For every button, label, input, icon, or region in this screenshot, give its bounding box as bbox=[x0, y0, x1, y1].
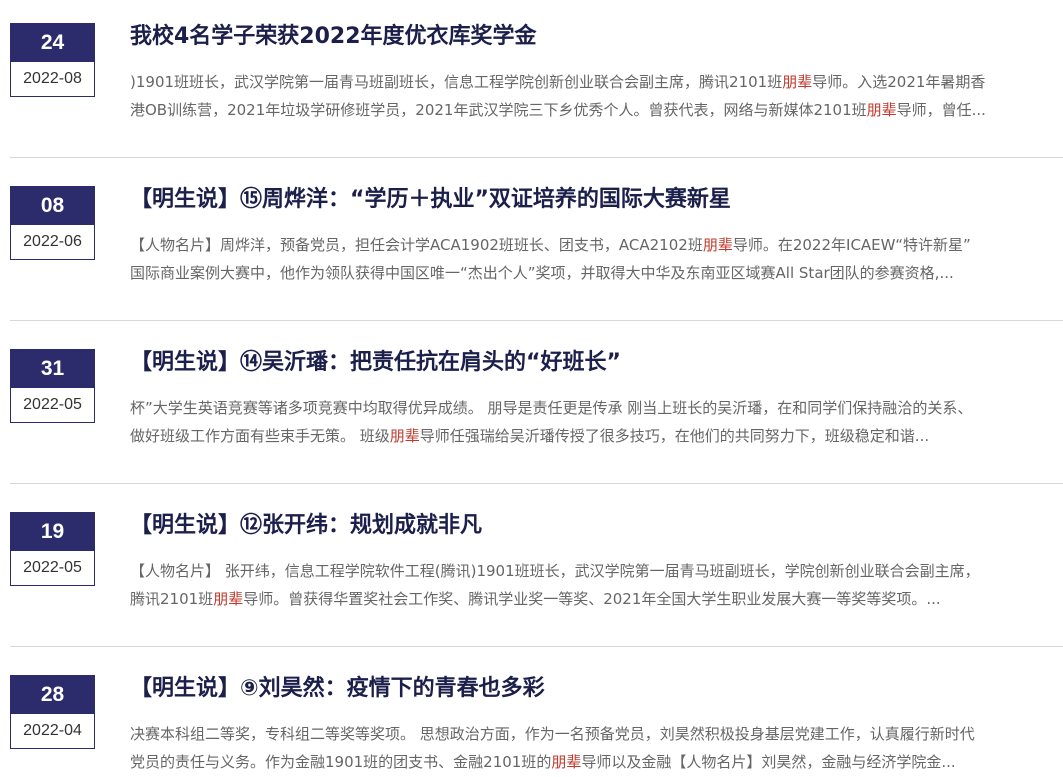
excerpt-line: 港OB训练营，2021年垃圾学研修班学员，2021年武汉学院三下乡优秀个人。曾获… bbox=[130, 96, 1035, 124]
list-item: 08 2022-06 【明生说】⑮周烨洋：“学历＋执业”双证培养的国际大赛新星 … bbox=[0, 163, 1063, 326]
excerpt-text: 导师。曾获得华置奖社会工作奖、腾讯学业奖一等奖、2021年全国大学生职业发展大赛… bbox=[243, 590, 941, 608]
article-excerpt: 决赛本科组二等奖，专科组二等奖等奖项。 思想政治方面，作为一名预备党员，刘昊然积… bbox=[130, 720, 1035, 776]
date-year-month: 2022-04 bbox=[23, 722, 82, 739]
divider bbox=[10, 646, 1063, 647]
date-day: 08 bbox=[11, 187, 94, 225]
article-excerpt: 【人物名片】周烨洋，预备党员，担任会计学ACA1902班班长、团支书，ACA21… bbox=[130, 231, 1035, 287]
date-year-month: 2022-08 bbox=[23, 70, 82, 87]
divider bbox=[10, 320, 1063, 321]
excerpt-text: 导师以及金融【人物名片】刘昊然，金融与经济学院金... bbox=[581, 753, 956, 771]
excerpt-line: 做好班级工作方面有些束手无策。 班级朋辈导师任强瑞给吴沂璠传授了很多技巧，在他们… bbox=[130, 422, 1035, 450]
excerpt-line: 杯”大学生英语竞赛等诸多项竞赛中均取得优异成绩。 朋导是责任更是传承 刚当上班长… bbox=[130, 394, 1035, 422]
article-excerpt: 【人物名片】 张开纬，信息工程学院软件工程(腾讯)1901班班长，武汉学院第一届… bbox=[130, 557, 1035, 613]
excerpt-text: 导师。入选2021年暑期香 bbox=[812, 73, 986, 91]
excerpt-text: 港OB训练营，2021年垃圾学研修班学员，2021年武汉学院三下乡优秀个人。曾获… bbox=[130, 101, 867, 119]
article-title-link[interactable]: 【明生说】⑮周烨洋：“学历＋执业”双证培养的国际大赛新星 bbox=[130, 183, 1050, 217]
article-excerpt: 杯”大学生英语竞赛等诸多项竞赛中均取得优异成绩。 朋导是责任更是传承 刚当上班长… bbox=[130, 394, 1035, 450]
excerpt-text: 杯”大学生英语竞赛等诸多项竞赛中均取得优异成绩。 朋导是责任更是传承 刚当上班长… bbox=[130, 399, 973, 417]
date-year-month: 2022-06 bbox=[23, 233, 82, 250]
article-title-link[interactable]: 【明生说】⑫张开纬：规划成就非凡 bbox=[130, 509, 1050, 543]
excerpt-highlight: 朋辈 bbox=[866, 101, 897, 119]
excerpt-text: 国际商业案例大赛中，他作为领队获得中国区唯一“杰出个人”奖项，并取得大中华及东南… bbox=[130, 264, 954, 282]
date-day: 28 bbox=[11, 676, 94, 714]
excerpt-line: 【人物名片】 张开纬，信息工程学院软件工程(腾讯)1901班班长，武汉学院第一届… bbox=[130, 557, 1035, 585]
excerpt-highlight: 朋辈 bbox=[551, 753, 582, 771]
excerpt-line: 【人物名片】周烨洋，预备党员，担任会计学ACA1902班班长、团支书，ACA21… bbox=[130, 231, 1035, 259]
excerpt-line: 决赛本科组二等奖，专科组二等奖等奖项。 思想政治方面，作为一名预备党员，刘昊然积… bbox=[130, 720, 1035, 748]
list-item: 24 2022-08 我校4名学子荣获2022年度优衣库奖学金 )1901班班长… bbox=[0, 0, 1063, 163]
date-badge: 24 2022-08 bbox=[10, 23, 95, 97]
excerpt-text: )1901班班长，武汉学院第一届青马班副班长，信息工程学院创新创业联合会副主席，… bbox=[130, 73, 783, 91]
date-badge: 08 2022-06 bbox=[10, 186, 95, 260]
list-item: 31 2022-05 【明生说】⑭吴沂璠：把责任抗在肩头的“好班长” 杯”大学生… bbox=[0, 326, 1063, 489]
excerpt-highlight: 朋辈 bbox=[389, 427, 420, 445]
excerpt-text: 决赛本科组二等奖，专科组二等奖等奖项。 思想政治方面，作为一名预备党员，刘昊然积… bbox=[130, 725, 975, 743]
date-day: 19 bbox=[11, 513, 94, 551]
list-item: 19 2022-05 【明生说】⑫张开纬：规划成就非凡 【人物名片】 张开纬，信… bbox=[0, 489, 1063, 652]
article-title-link[interactable]: 【明生说】⑨刘昊然：疫情下的青春也多彩 bbox=[130, 672, 1050, 706]
date-year-month: 2022-05 bbox=[23, 559, 82, 576]
date-badge: 19 2022-05 bbox=[10, 512, 95, 586]
excerpt-text: 党员的责任与义务。作为金融1901班的团支书、金融2101班的 bbox=[130, 753, 552, 771]
excerpt-text: 【人物名片】 张开纬，信息工程学院软件工程(腾讯)1901班班长，武汉学院第一届… bbox=[130, 562, 980, 580]
excerpt-line: 党员的责任与义务。作为金融1901班的团支书、金融2101班的朋辈导师以及金融【… bbox=[130, 748, 1035, 776]
list-item: 28 2022-04 【明生说】⑨刘昊然：疫情下的青春也多彩 决赛本科组二等奖，… bbox=[0, 652, 1063, 777]
excerpt-text: 导师任强瑞给吴沂璠传授了很多技巧，在他们的共同努力下，班级稳定和谐... bbox=[419, 427, 930, 445]
date-year-month: 2022-05 bbox=[23, 396, 82, 413]
date-badge: 28 2022-04 bbox=[10, 675, 95, 749]
excerpt-text: 导师。在2022年ICAEW“特许新星” bbox=[732, 236, 971, 254]
excerpt-line: )1901班班长，武汉学院第一届青马班副班长，信息工程学院创新创业联合会副主席，… bbox=[130, 68, 1035, 96]
date-day: 31 bbox=[11, 350, 94, 388]
divider bbox=[10, 483, 1063, 484]
article-title-link[interactable]: 我校4名学子荣获2022年度优衣库奖学金 bbox=[130, 20, 1050, 54]
date-badge: 31 2022-05 bbox=[10, 349, 95, 423]
excerpt-text: 腾讯2101班 bbox=[130, 590, 214, 608]
excerpt-highlight: 朋辈 bbox=[702, 236, 733, 254]
excerpt-text: 做好班级工作方面有些束手无策。 班级 bbox=[130, 427, 390, 445]
divider bbox=[10, 157, 1063, 158]
excerpt-line: 腾讯2101班朋辈导师。曾获得华置奖社会工作奖、腾讯学业奖一等奖、2021年全国… bbox=[130, 585, 1035, 613]
excerpt-highlight: 朋辈 bbox=[213, 590, 244, 608]
excerpt-line: 国际商业案例大赛中，他作为领队获得中国区唯一“杰出个人”奖项，并取得大中华及东南… bbox=[130, 259, 1035, 287]
excerpt-text: 【人物名片】周烨洋，预备党员，担任会计学ACA1902班班长、团支书，ACA21… bbox=[130, 236, 703, 254]
excerpt-highlight: 朋辈 bbox=[782, 73, 813, 91]
date-day: 24 bbox=[11, 24, 94, 62]
excerpt-text: 导师，曾任... bbox=[896, 101, 986, 119]
article-title-link[interactable]: 【明生说】⑭吴沂璠：把责任抗在肩头的“好班长” bbox=[130, 346, 1050, 380]
article-excerpt: )1901班班长，武汉学院第一届青马班副班长，信息工程学院创新创业联合会副主席，… bbox=[130, 68, 1035, 124]
